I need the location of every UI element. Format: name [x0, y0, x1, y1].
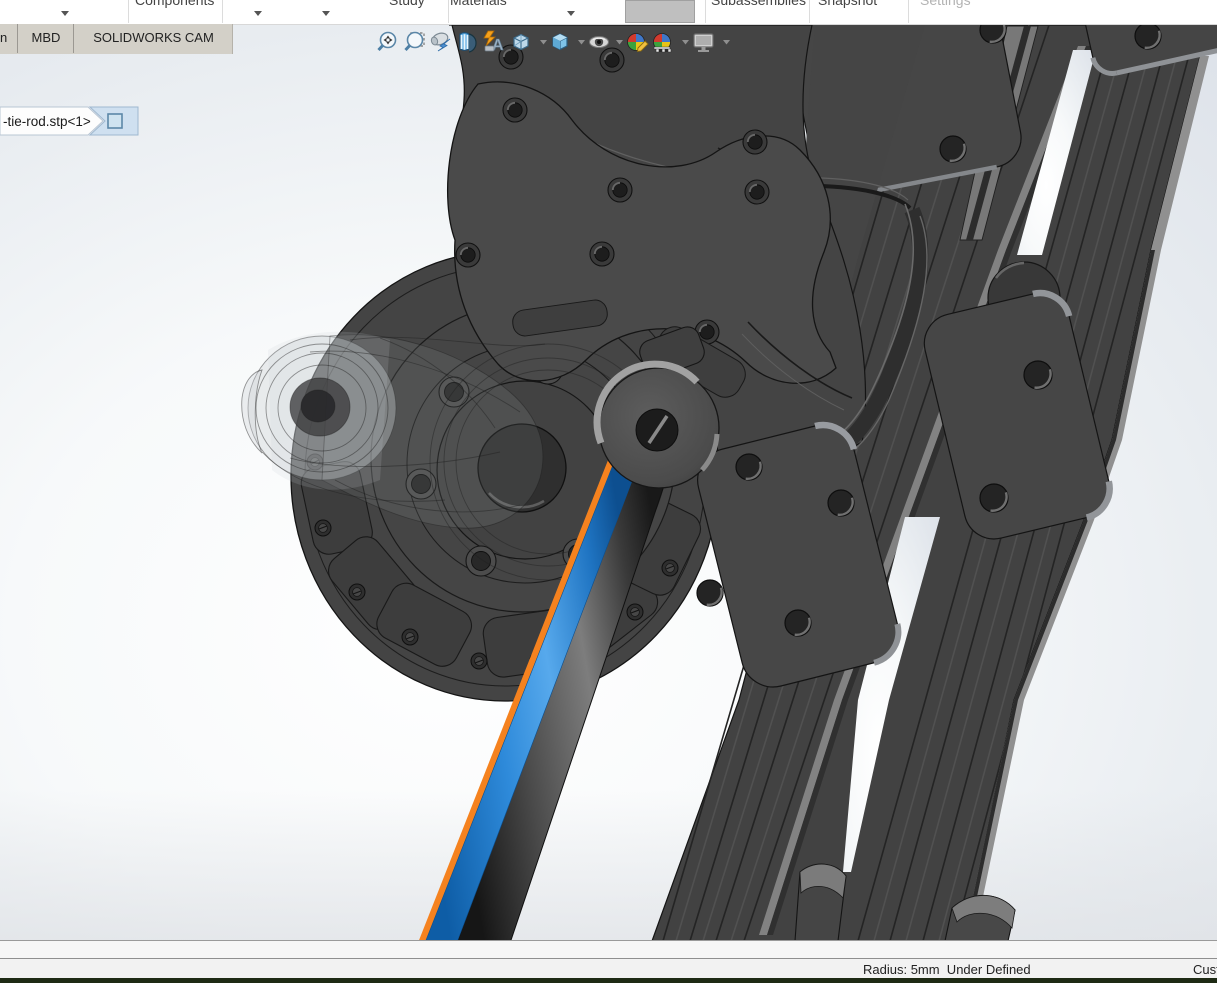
svg-text:A: A — [492, 37, 504, 54]
svg-text:-tie-rod.stp<1>: -tie-rod.stp<1> — [3, 114, 91, 129]
